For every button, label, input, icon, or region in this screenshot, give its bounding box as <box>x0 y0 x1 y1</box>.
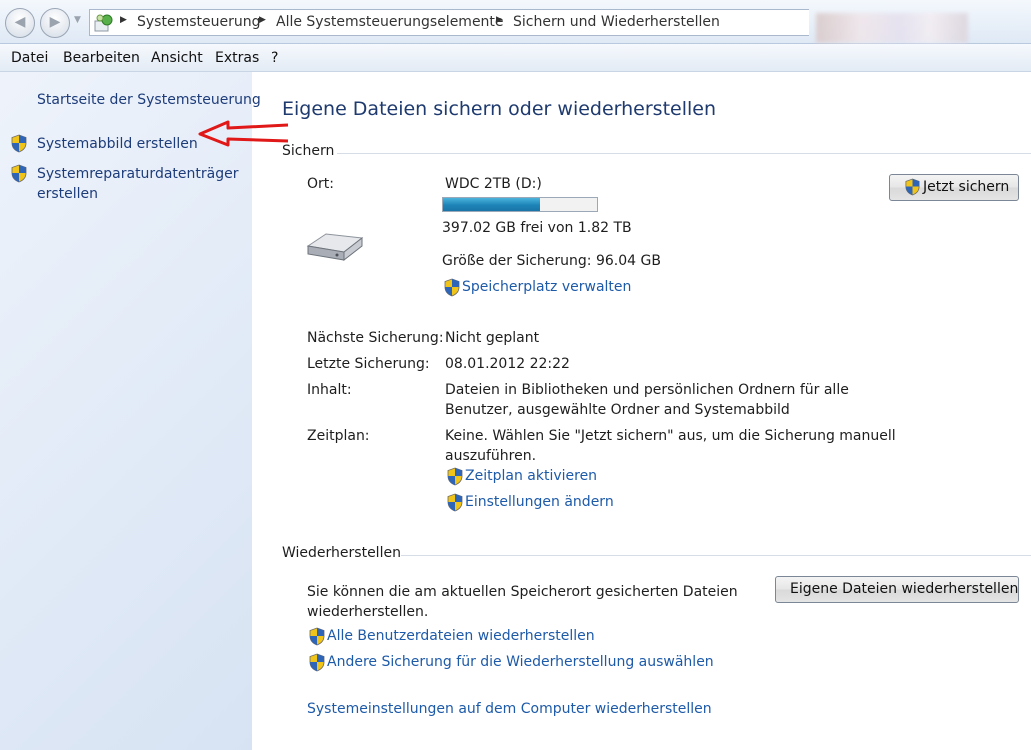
restore-all-users-link[interactable]: Alle Benutzerdateien wiederherstellen <box>327 628 595 644</box>
uac-shield-icon <box>444 278 460 297</box>
next-backup-value: Nicht geplant <box>445 330 540 346</box>
navigation-pane: Startseite der Systemsteuerung Systemabb… <box>0 72 261 750</box>
next-backup-label: Nächste Sicherung: <box>307 330 444 346</box>
control-panel-icon <box>94 14 113 32</box>
uac-shield-icon <box>309 653 325 672</box>
breadcrumb-separator-icon[interactable]: ▶ <box>259 15 266 25</box>
arrow-left-icon: ◀ <box>14 14 26 30</box>
section-divider <box>401 555 1031 556</box>
hard-drive-icon <box>306 233 364 262</box>
menu-datei[interactable]: Datei <box>11 50 48 66</box>
location-label: Ort: <box>307 176 334 192</box>
backup-now-button[interactable]: Jetzt sichern <box>889 174 1019 201</box>
contents-line: Dateien in Bibliotheken und persönlichen… <box>445 382 849 398</box>
forward-button[interactable]: ▶ <box>40 8 70 38</box>
drive-usage-fill <box>443 198 541 211</box>
manage-space-link[interactable]: Speicherplatz verwalten <box>462 279 631 295</box>
contents-line: Benutzer, ausgewählte Ordner and Systema… <box>445 402 790 418</box>
sidebar-item-repair-disc[interactable]: Systemreparaturdatenträger erstellen <box>37 164 238 204</box>
last-backup-label: Letzte Sicherung: <box>307 356 430 372</box>
uac-shield-icon <box>447 493 463 512</box>
back-button[interactable]: ◀ <box>5 8 35 38</box>
sidebar-item-system-image[interactable]: Systemabbild erstellen <box>37 134 198 154</box>
drive-name: WDC 2TB (D:) <box>445 176 542 192</box>
breadcrumb-separator-icon[interactable]: ▶ <box>496 15 503 25</box>
chevron-down-icon: ▼ <box>74 15 81 25</box>
breadcrumb-item[interactable]: Alle Systemsteuerungselemente <box>276 14 504 30</box>
menu-bearbeiten[interactable]: Bearbeiten <box>63 50 140 66</box>
uac-shield-icon <box>905 178 920 196</box>
enable-schedule-link[interactable]: Zeitplan aktivieren <box>465 468 597 484</box>
schedule-line: Keine. Wählen Sie "Jetzt sichern" aus, u… <box>445 428 896 444</box>
breadcrumb[interactable]: ▶ Systemsteuerung ▶ Alle Systemsteuerung… <box>89 9 809 36</box>
breadcrumb-item[interactable]: Sichern und Wiederherstellen <box>513 14 720 30</box>
uac-shield-icon <box>11 134 27 153</box>
restore-text-line: Sie können die am aktuellen Speicherort … <box>307 584 738 600</box>
address-bar: ◀ ▶ ▼ ▶ Systemsteuerung ▶ Alle Systemste… <box>0 0 1031 44</box>
control-panel-home-link[interactable]: Startseite der Systemsteuerung <box>37 90 261 110</box>
select-other-backup-link[interactable]: Andere Sicherung für die Wiederherstellu… <box>327 654 714 670</box>
uac-shield-icon <box>309 627 325 646</box>
restore-files-button[interactable]: Eigene Dateien wiederherstellen <box>775 576 1019 603</box>
menu-help[interactable]: ? <box>271 50 278 66</box>
schedule-label: Zeitplan: <box>307 428 370 444</box>
menu-extras[interactable]: Extras <box>215 50 259 66</box>
backup-section-heading: Sichern <box>282 143 335 159</box>
restore-text-line: wiederherstellen. <box>307 604 429 620</box>
uac-shield-icon <box>11 164 27 183</box>
restore-section-heading: Wiederherstellen <box>282 545 401 561</box>
uac-shield-icon <box>447 467 463 486</box>
breadcrumb-item[interactable]: Systemsteuerung <box>137 14 260 30</box>
last-backup-value: 08.01.2012 22:22 <box>445 356 570 372</box>
backup-size-text: Größe der Sicherung: 96.04 GB <box>442 253 661 269</box>
page-title: Eigene Dateien sichern oder wiederherste… <box>282 98 717 120</box>
restore-system-settings-link[interactable]: Systemeinstellungen auf dem Computer wie… <box>307 701 712 717</box>
breadcrumb-separator-icon[interactable]: ▶ <box>120 15 127 25</box>
search-box-redacted <box>816 13 968 43</box>
menu-bar: Datei Bearbeiten Ansicht Extras ? <box>0 44 1031 72</box>
change-settings-link[interactable]: Einstellungen ändern <box>465 494 614 510</box>
backup-now-label: Jetzt sichern <box>923 179 1010 195</box>
free-space-text: 397.02 GB frei von 1.82 TB <box>442 220 632 236</box>
arrow-right-icon: ▶ <box>49 14 61 30</box>
contents-label: Inhalt: <box>307 382 352 398</box>
recent-pages-dropdown[interactable]: ▼ <box>74 15 84 27</box>
restore-files-label: Eigene Dateien wiederherstellen <box>790 581 1019 597</box>
drive-usage-bar <box>442 197 598 212</box>
section-divider <box>337 153 1031 154</box>
schedule-line: auszuführen. <box>445 448 537 464</box>
menu-ansicht[interactable]: Ansicht <box>151 50 203 66</box>
